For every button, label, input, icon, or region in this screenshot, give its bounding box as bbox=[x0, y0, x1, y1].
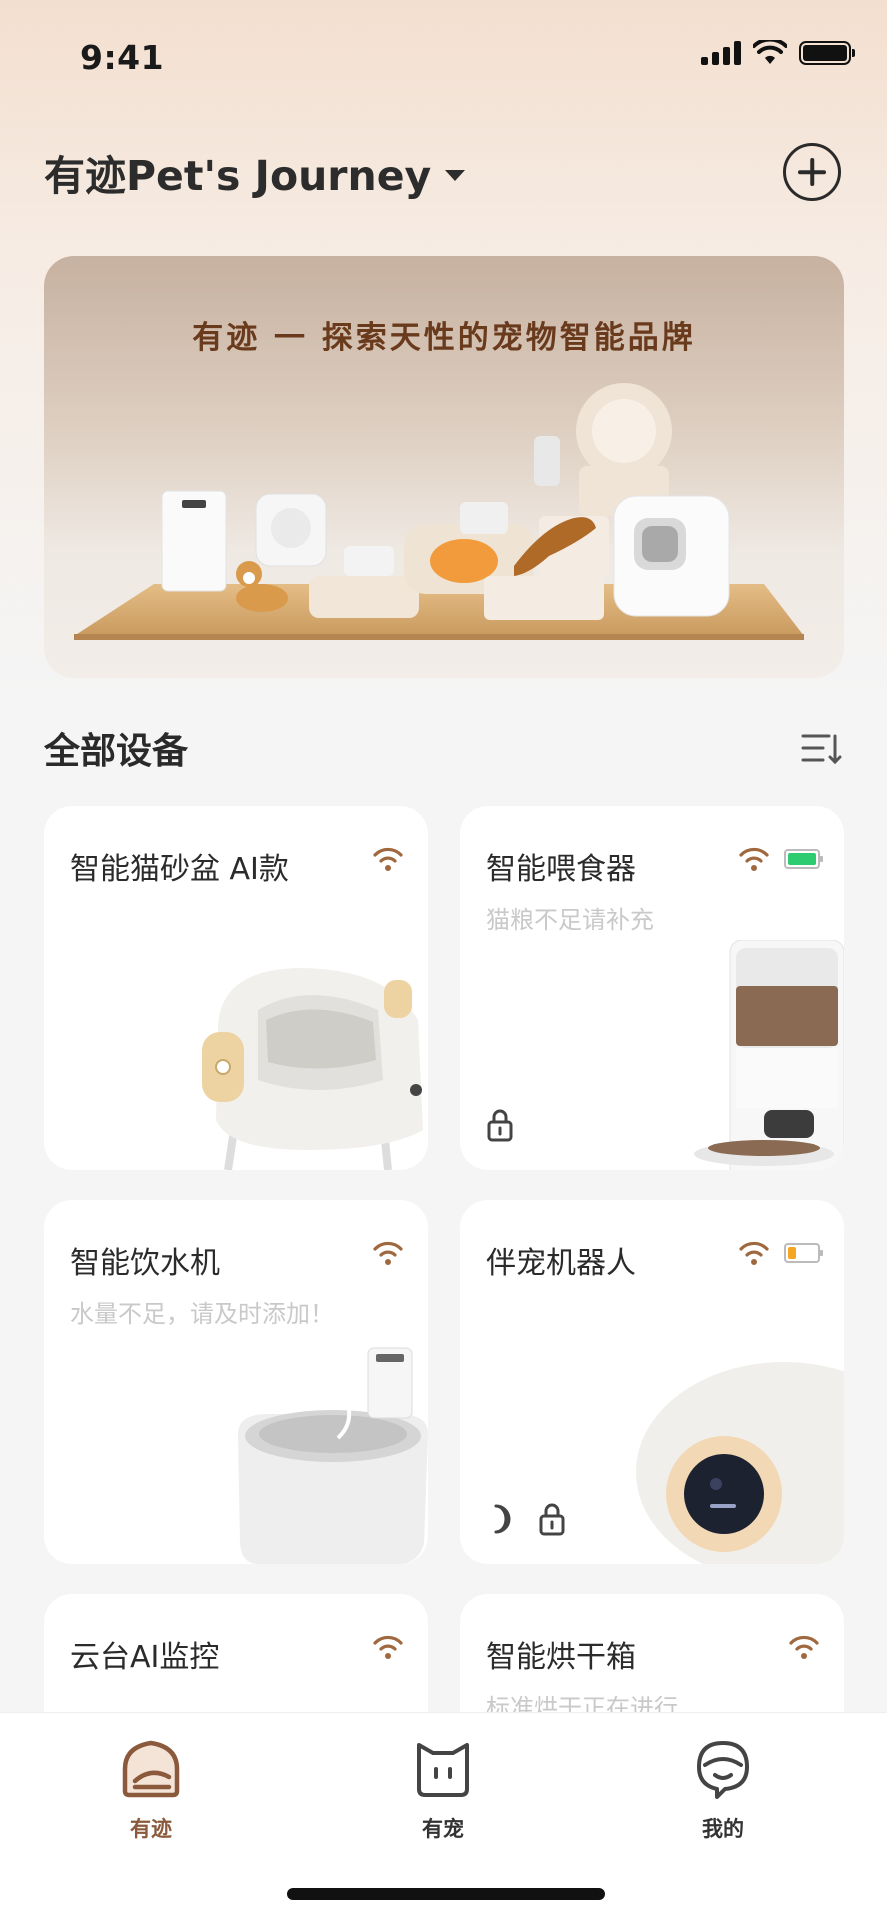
cellular-signal-icon bbox=[701, 41, 741, 65]
wifi-icon bbox=[373, 1635, 403, 1659]
water-fountain-image bbox=[238, 1347, 428, 1564]
tab-pets[interactable]: 有宠 bbox=[368, 1737, 518, 1843]
device-status-icons bbox=[372, 1634, 404, 1660]
device-status-icons bbox=[738, 1240, 823, 1266]
promo-banner[interactable]: 有迹 一 探索天性的宠物智能品牌 bbox=[44, 256, 844, 678]
tab-home[interactable]: 有迹 bbox=[76, 1737, 226, 1843]
wifi-icon bbox=[789, 1635, 819, 1659]
device-card-feeder[interactable]: 智能喂食器 猫粮不足请补充 bbox=[460, 806, 844, 1170]
home-icon bbox=[122, 1740, 180, 1798]
home-selector[interactable]: 有迹Pet's Journey bbox=[44, 142, 466, 202]
tab-label: 有宠 bbox=[422, 1817, 464, 1841]
tab-label: 我的 bbox=[702, 1817, 744, 1841]
device-status-text: 水量不足，请及时添加！ bbox=[70, 1300, 334, 1328]
wifi-icon bbox=[373, 1241, 403, 1265]
banner-title: 有迹 一 探索天性的宠物智能品牌 bbox=[192, 320, 696, 356]
battery-status-icon bbox=[799, 41, 855, 65]
battery-icon bbox=[784, 849, 823, 869]
device-name: 智能喂食器 bbox=[486, 852, 636, 887]
device-status-text: 猫粮不足请补充 bbox=[486, 906, 654, 934]
status-bar: 9:41 bbox=[0, 0, 887, 110]
feeder-image bbox=[694, 940, 844, 1170]
companion-robot-image bbox=[636, 1362, 844, 1564]
device-status-icons bbox=[788, 1634, 820, 1660]
battery-level-fill bbox=[788, 853, 816, 865]
lock-icon bbox=[539, 1503, 565, 1536]
home-title: 有迹Pet's Journey bbox=[44, 152, 432, 200]
lock-icon bbox=[487, 1109, 513, 1142]
device-name: 伴宠机器人 bbox=[486, 1246, 636, 1281]
tab-profile[interactable]: 我的 bbox=[648, 1737, 798, 1843]
device-card-companion-robot[interactable]: 伴宠机器人 bbox=[460, 1200, 844, 1564]
header: 有迹Pet's Journey bbox=[44, 140, 843, 204]
caret-down-icon bbox=[445, 169, 466, 181]
device-status-icons bbox=[372, 846, 404, 872]
add-device-button[interactable] bbox=[783, 143, 841, 201]
moon-icon bbox=[494, 1504, 511, 1534]
tab-label: 有迹 bbox=[130, 1817, 172, 1841]
device-status-icons bbox=[738, 846, 823, 872]
battery-level-fill bbox=[788, 1247, 797, 1259]
device-status-icons bbox=[372, 1240, 404, 1266]
section-header: 全部设备 bbox=[44, 720, 843, 776]
sort-list-icon[interactable] bbox=[799, 726, 843, 770]
device-name: 智能烘干箱 bbox=[486, 1640, 636, 1675]
wifi-status-icon bbox=[753, 40, 787, 64]
wifi-icon bbox=[739, 847, 769, 871]
device-name: 智能猫砂盆 AI款 bbox=[70, 852, 289, 887]
litter-box-image bbox=[202, 968, 423, 1170]
device-bottom-icons bbox=[486, 1108, 514, 1142]
cat-face-icon bbox=[417, 1743, 469, 1797]
device-name: 智能饮水机 bbox=[70, 1246, 220, 1281]
battery-icon bbox=[784, 1243, 823, 1263]
section-title: 全部设备 bbox=[44, 731, 189, 772]
profile-icon bbox=[697, 1741, 749, 1799]
status-time: 9:41 bbox=[80, 38, 165, 77]
device-card-litter-box[interactable]: 智能猫砂盆 AI款 bbox=[44, 806, 428, 1170]
device-card-water-fountain[interactable]: 智能饮水机 水量不足，请及时添加！ bbox=[44, 1200, 428, 1564]
device-bottom-icons bbox=[486, 1502, 566, 1536]
home-indicator bbox=[287, 1888, 605, 1900]
status-icons bbox=[701, 40, 855, 66]
wifi-icon bbox=[739, 1241, 769, 1265]
wifi-icon bbox=[373, 847, 403, 871]
device-name: 云台AI监控 bbox=[70, 1640, 220, 1675]
